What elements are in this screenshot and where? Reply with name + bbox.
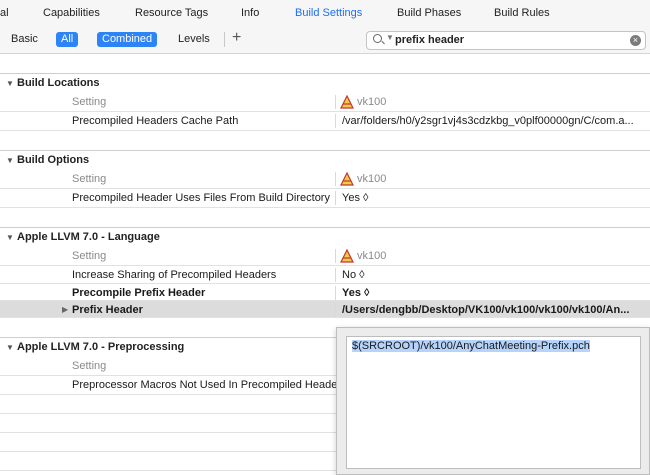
section-divider <box>0 227 650 228</box>
target-app-icon <box>340 172 354 186</box>
disclosure-triangle-icon[interactable]: ▼ <box>6 343 14 352</box>
setting-row[interactable]: Precompile Prefix Header Yes ◊ <box>0 284 650 301</box>
setting-value-popup[interactable]: No ◊ <box>342 269 647 281</box>
setting-column-header: Setting <box>72 173 107 185</box>
target-column-header: vk100 <box>357 250 387 262</box>
selected-value-text[interactable]: $(SRCROOT)/vk100/AnyChatMeeting-Prefix.p… <box>352 340 590 352</box>
value-edit-popover: $(SRCROOT)/vk100/AnyChatMeeting-Prefix.p… <box>336 327 650 475</box>
setting-column-header: Setting <box>72 360 107 372</box>
section-title: Apple LLVM 7.0 - Language <box>17 231 160 243</box>
section-title: Apple LLVM 7.0 - Preprocessing <box>17 341 185 353</box>
setting-name: Prefix Header <box>72 304 143 316</box>
tab-build-phases[interactable]: Build Phases <box>397 7 461 19</box>
setting-value[interactable]: /var/folders/h0/y2sgr1vj4s3cdzkbg_v0plf0… <box>342 115 647 127</box>
section-title: Build Options <box>17 154 90 166</box>
value-text-area[interactable]: $(SRCROOT)/vk100/AnyChatMeeting-Prefix.p… <box>346 336 641 469</box>
setting-row[interactable]: Precompiled Header Uses Files From Build… <box>0 189 650 208</box>
section-divider <box>0 150 650 151</box>
search-field[interactable]: ▼ × <box>366 31 646 50</box>
setting-row[interactable]: Increase Sharing of Precompiled Headers … <box>0 266 650 284</box>
column-divider <box>335 286 336 300</box>
tab-build-rules[interactable]: Build Rules <box>494 7 550 19</box>
disclosure-triangle-icon[interactable]: ▼ <box>6 156 14 165</box>
tab-info[interactable]: Info <box>241 7 259 19</box>
clear-icon[interactable]: × <box>630 35 641 46</box>
column-divider <box>335 95 336 109</box>
setting-row-selected[interactable]: ▶ Prefix Header /Users/dengbb/Desktop/VK… <box>0 301 650 318</box>
column-header-row: Setting vk100 <box>0 247 650 266</box>
setting-name: Preprocessor Macros Not Used In Precompi… <box>72 379 347 391</box>
column-header-row: Setting vk100 <box>0 93 650 112</box>
column-divider <box>335 268 336 282</box>
column-divider <box>335 114 336 128</box>
column-divider <box>335 249 336 263</box>
disclosure-triangle-icon[interactable]: ▼ <box>6 233 14 242</box>
chevron-down-icon[interactable]: ▼ <box>386 33 394 42</box>
tab-general[interactable]: al <box>0 7 9 19</box>
setting-name: Precompiled Header Uses Files From Build… <box>72 192 330 204</box>
setting-value-popup[interactable]: Yes ◊ <box>342 192 647 204</box>
tab-build-settings[interactable]: Build Settings <box>295 7 362 19</box>
disclosure-triangle-icon[interactable]: ▼ <box>6 79 14 88</box>
setting-column-header: Setting <box>72 250 107 262</box>
section-title: Build Locations <box>17 77 100 89</box>
basic-filter-button[interactable]: Basic <box>11 32 38 47</box>
combined-view-button[interactable]: Combined <box>97 32 158 47</box>
search-input[interactable] <box>395 33 615 47</box>
setting-column-header: Setting <box>72 96 107 108</box>
search-icon <box>373 34 382 43</box>
setting-name: Precompiled Headers Cache Path <box>72 115 239 127</box>
column-header-row: Setting vk100 <box>0 170 650 189</box>
target-column-header: vk100 <box>357 173 387 185</box>
editor-tab-bar: al Capabilities Resource Tags Info Build… <box>0 0 650 26</box>
tab-capabilities[interactable]: Capabilities <box>43 7 100 19</box>
target-column-header: vk100 <box>357 96 387 108</box>
section-build-options[interactable]: ▼ Build Options <box>0 153 650 169</box>
setting-row[interactable]: Precompiled Headers Cache Path /var/fold… <box>0 112 650 131</box>
disclosure-triangle-icon[interactable]: ▶ <box>62 305 68 314</box>
setting-name: Increase Sharing of Precompiled Headers <box>72 269 277 281</box>
filter-bar: Basic All Combined Levels + ▼ × <box>0 26 650 54</box>
setting-value-popup[interactable]: Yes ◊ <box>342 287 647 299</box>
setting-name: Precompile Prefix Header <box>72 287 206 299</box>
section-llvm-language[interactable]: ▼ Apple LLVM 7.0 - Language <box>0 230 650 246</box>
section-build-locations[interactable]: ▼ Build Locations <box>0 76 650 92</box>
setting-value[interactable]: /Users/dengbb/Desktop/VK100/vk100/vk100/… <box>342 304 647 316</box>
column-divider <box>335 191 336 205</box>
column-divider <box>335 172 336 186</box>
tab-resource-tags[interactable]: Resource Tags <box>135 7 208 19</box>
column-divider <box>335 303 336 317</box>
levels-view-button[interactable]: Levels <box>178 32 210 47</box>
target-app-icon <box>340 95 354 109</box>
section-divider <box>0 73 650 74</box>
all-filter-button[interactable]: All <box>56 32 79 47</box>
target-app-icon <box>340 249 354 263</box>
add-setting-button[interactable]: + <box>232 29 241 47</box>
toolbar-divider <box>224 32 225 47</box>
